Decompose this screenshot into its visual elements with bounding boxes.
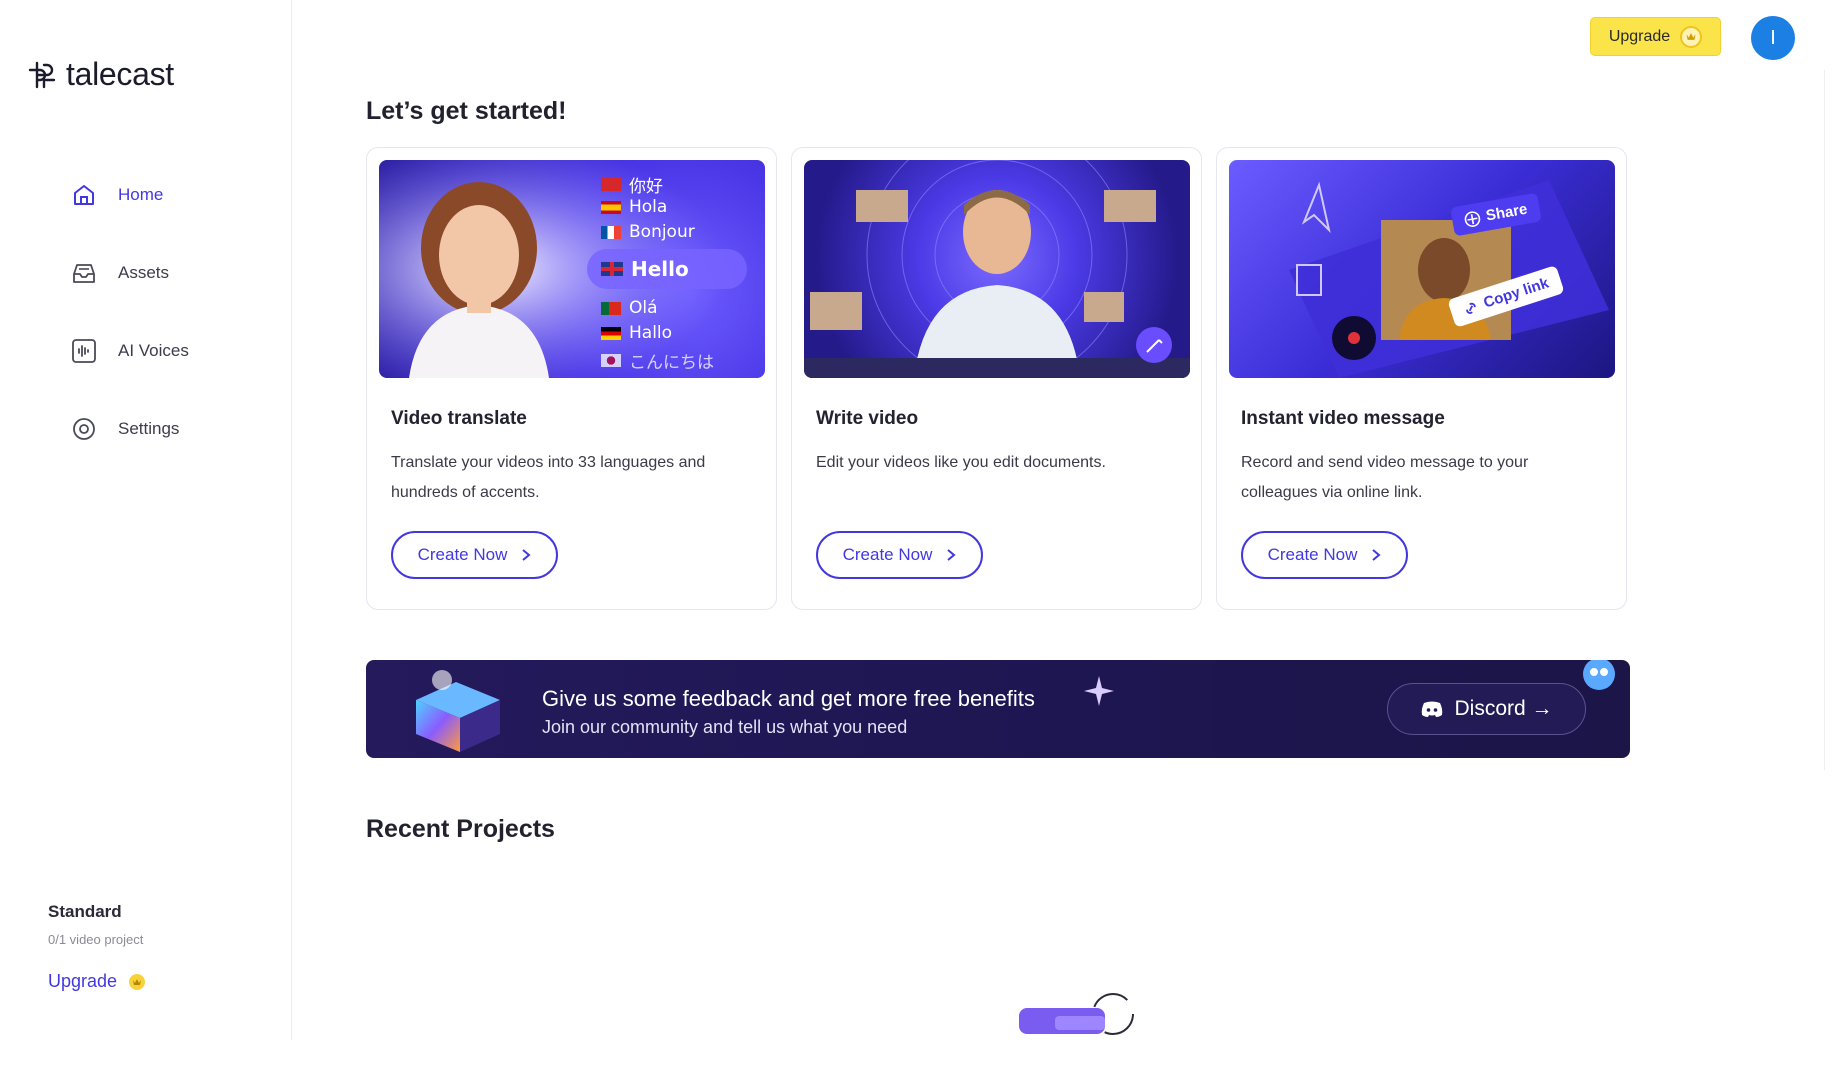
upgrade-label: Upgrade <box>1608 27 1671 45</box>
talecast-logo-icon <box>28 61 56 88</box>
app-name: talecast <box>66 56 174 92</box>
sidebar-item-home[interactable]: Home <box>70 176 189 214</box>
sidebar: talecast Home Assets AI Voices Settings … <box>0 0 292 1040</box>
mascot-icon <box>1583 660 1615 690</box>
banner-headline: Give us some feedback and get more free … <box>542 686 1035 711</box>
plan-usage: 0/1 video project <box>48 932 144 947</box>
plan-panel: Standard 0/1 video project Upgrade <box>48 902 146 992</box>
card-write-video[interactable]: Write video Edit your videos like you ed… <box>791 147 1202 610</box>
gift-box-icon <box>416 670 500 752</box>
create-now-button[interactable]: Create Now <box>1241 531 1408 579</box>
gear-icon <box>73 418 95 440</box>
video-translate-thumbnail: 你好 Hola Bonjour Hello Olá Hallo こんにちは <box>379 160 765 378</box>
chevron-right-icon <box>947 549 956 561</box>
share-icon <box>1464 210 1481 227</box>
logo[interactable]: talecast <box>26 56 174 93</box>
home-icon <box>74 185 94 205</box>
crown-icon <box>1680 25 1703 48</box>
button-label: Create Now <box>417 545 508 564</box>
language-label: こんにちは <box>629 353 714 373</box>
language-label: Bonjour <box>629 222 695 242</box>
sidebar-item-settings[interactable]: Settings <box>70 410 189 448</box>
language-label: Hallo <box>629 323 673 343</box>
sidebar-item-ai-voices[interactable]: AI Voices <box>70 332 189 370</box>
card-description: Edit your videos like you edit documents… <box>816 454 1106 471</box>
discord-button[interactable]: Discord → <box>1387 683 1586 735</box>
language-label-selected: Hello <box>631 257 689 281</box>
user-avatar[interactable]: I <box>1751 16 1795 60</box>
create-now-button[interactable]: Create Now <box>391 531 558 579</box>
empty-projects-illustration-icon <box>1019 993 1134 1035</box>
card-title: Video translate <box>391 408 527 429</box>
waveform-icon <box>72 339 96 363</box>
card-description: Translate your videos into 33 languages … <box>391 454 706 501</box>
scrollbar[interactable] <box>1824 70 1833 770</box>
sidebar-item-label: Settings <box>118 419 180 438</box>
instant-message-thumbnail: Share Copy link <box>1229 160 1615 378</box>
man-portrait-icon <box>804 160 1190 378</box>
sidebar-nav: Home Assets AI Voices Settings <box>70 176 189 488</box>
sidebar-item-label: AI Voices <box>118 341 189 360</box>
page-title: Let’s get started! <box>366 97 567 125</box>
share-tag: Share <box>1484 200 1529 225</box>
language-label: Hola <box>629 197 668 217</box>
link-icon <box>1466 302 1476 314</box>
sidebar-upgrade-link[interactable]: Upgrade <box>48 971 146 992</box>
button-label: Create Now <box>842 545 933 564</box>
language-label: 你好 <box>629 177 663 197</box>
upgrade-label: Upgrade <box>48 971 118 991</box>
banner-subtext: Join our community and tell us what you … <box>542 717 908 737</box>
sparkle-icon <box>1084 676 1114 706</box>
write-video-thumbnail <box>804 160 1190 378</box>
discord-label: Discord → <box>1454 697 1553 720</box>
plan-name: Standard <box>48 902 122 921</box>
header-upgrade-button[interactable]: Upgrade <box>1590 17 1721 56</box>
create-now-button[interactable]: Create Now <box>816 531 983 579</box>
card-title: Write video <box>816 408 919 429</box>
video-message-illustration <box>1289 180 1609 378</box>
card-description: Record and send video message to your co… <box>1241 454 1529 501</box>
card-title: Instant video message <box>1241 408 1445 429</box>
sidebar-item-label: Assets <box>118 263 170 282</box>
chevron-right-icon <box>522 549 531 561</box>
assets-icon <box>73 264 95 283</box>
language-label: Olá <box>629 298 658 318</box>
card-video-translate[interactable]: 你好 Hola Bonjour Hello Olá Hallo こんにちは Vi… <box>366 147 777 610</box>
sidebar-item-assets[interactable]: Assets <box>70 254 189 292</box>
sidebar-item-label: Home <box>118 185 164 204</box>
crown-icon <box>129 973 146 990</box>
chevron-right-icon <box>1372 549 1381 561</box>
card-instant-video-message[interactable]: Share Copy link Instant video message Re… <box>1216 147 1627 610</box>
button-label: Create Now <box>1267 545 1358 564</box>
feature-cards: 你好 Hola Bonjour Hello Olá Hallo こんにちは Vi… <box>366 147 1627 610</box>
feedback-banner: Give us some feedback and get more free … <box>366 660 1630 758</box>
recent-projects-title: Recent Projects <box>366 815 555 843</box>
discord-icon <box>1422 701 1443 717</box>
